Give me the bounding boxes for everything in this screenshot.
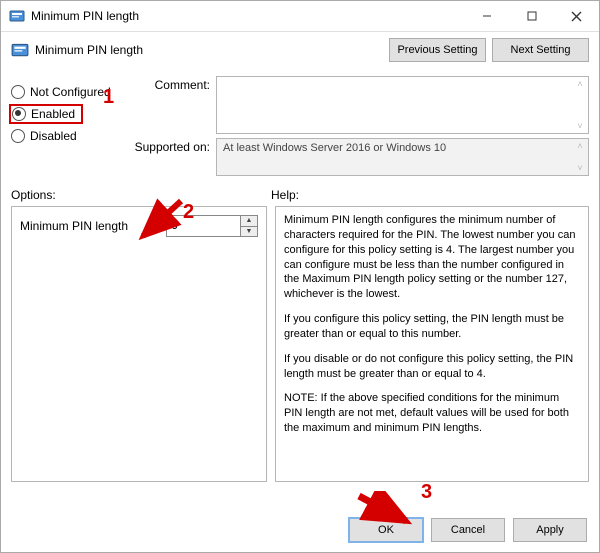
pin-length-spinner[interactable]: 6 ▲ ▼ [166, 215, 258, 237]
radio-icon [12, 107, 26, 121]
close-button[interactable] [554, 1, 599, 31]
help-text: NOTE: If the above specified conditions … [284, 391, 580, 436]
radio-label: Disabled [30, 129, 77, 143]
comment-input[interactable]: ˄ ˅ [216, 76, 589, 134]
radio-icon [11, 129, 25, 143]
help-heading: Help: [271, 188, 589, 202]
radio-label: Enabled [31, 107, 75, 121]
main-split: Minimum PIN length 6 ▲ ▼ Minimum PIN len… [1, 204, 599, 482]
maximize-button[interactable] [509, 1, 554, 31]
next-setting-button[interactable]: Next Setting [492, 38, 589, 62]
radio-icon [11, 85, 25, 99]
annotation-number-3: 3 [421, 481, 432, 504]
previous-setting-button[interactable]: Previous Setting [389, 38, 486, 62]
scroll-up-icon: ˄ [574, 141, 586, 151]
option-row-pin-length: Minimum PIN length 6 ▲ ▼ [20, 215, 258, 237]
scroll-up-icon: ˄ [574, 79, 586, 89]
spinner-value[interactable]: 6 [167, 216, 240, 236]
help-pane[interactable]: Minimum PIN length configures the minimu… [275, 206, 589, 482]
window-controls [464, 1, 599, 31]
scroll-down-icon: ˅ [574, 121, 586, 131]
help-text: Minimum PIN length configures the minimu… [284, 213, 580, 302]
radio-label: Not Configured [30, 85, 111, 99]
help-text: If you disable or do not configure this … [284, 352, 580, 382]
annotation-highlight-1: Enabled [9, 104, 83, 124]
spinner-up-icon[interactable]: ▲ [241, 216, 257, 227]
radio-disabled[interactable]: Disabled [11, 126, 119, 146]
supported-value: At least Windows Server 2016 or Windows … [216, 138, 589, 176]
cancel-button[interactable]: Cancel [431, 518, 505, 542]
dialog-window: Minimum PIN length Minimum PIN length Pr… [0, 0, 600, 553]
minimize-button[interactable] [464, 1, 509, 31]
upper-section: Not Configured Enabled Disabled Comment:… [1, 72, 599, 180]
comment-field: Comment: ˄ ˅ [125, 76, 589, 134]
apply-button[interactable]: Apply [513, 518, 587, 542]
option-label: Minimum PIN length [20, 219, 166, 233]
comment-label: Comment: [125, 76, 216, 92]
policy-icon [9, 8, 25, 24]
state-column: Not Configured Enabled Disabled [11, 76, 119, 180]
detail-column: Comment: ˄ ˅ Supported on: At least Wind… [125, 76, 589, 180]
policy-title: Minimum PIN length [35, 43, 383, 57]
header-row: Minimum PIN length Previous Setting Next… [1, 32, 599, 72]
policy-icon [11, 41, 29, 59]
ok-button[interactable]: OK [349, 518, 423, 542]
supported-text: At least Windows Server 2016 or Windows … [223, 142, 446, 154]
options-heading: Options: [11, 188, 271, 202]
help-text: If you configure this policy setting, th… [284, 312, 580, 342]
scroll-down-icon: ˅ [574, 163, 586, 173]
supported-label: Supported on: [125, 138, 216, 154]
titlebar: Minimum PIN length [1, 1, 599, 32]
radio-enabled[interactable]: Enabled [11, 104, 119, 124]
footer-buttons: OK Cancel Apply [349, 518, 587, 542]
spinner-down-icon[interactable]: ▼ [241, 227, 257, 237]
mid-labels: Options: Help: [1, 180, 599, 204]
radio-not-configured[interactable]: Not Configured [11, 82, 119, 102]
window-title: Minimum PIN length [31, 9, 464, 23]
options-pane: Minimum PIN length 6 ▲ ▼ [11, 206, 267, 482]
spinner-arrows: ▲ ▼ [240, 216, 257, 236]
supported-field: Supported on: At least Windows Server 20… [125, 138, 589, 176]
